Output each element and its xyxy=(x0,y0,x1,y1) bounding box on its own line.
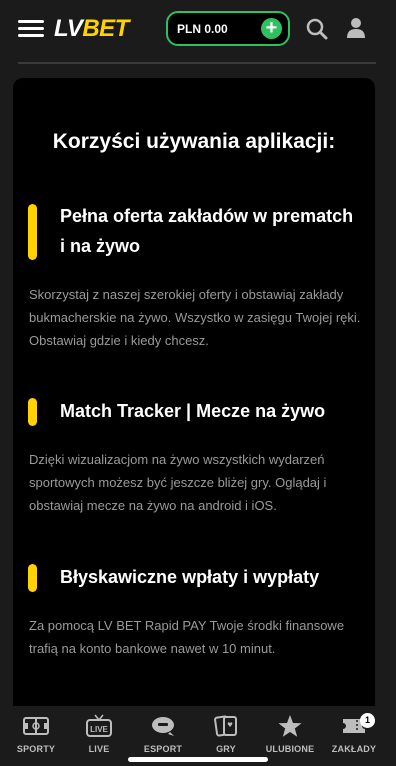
feature-title: Match Tracker | Mecze na żywo xyxy=(60,401,326,421)
nav-item-live[interactable]: LIVE LIVE xyxy=(66,714,132,764)
benefits-title: Korzyści używania aplikacji: xyxy=(52,130,336,153)
nav-label: LIVE xyxy=(88,744,110,754)
logo-bet: BET xyxy=(82,15,129,42)
lvbet-logo[interactable]: LV BET xyxy=(54,15,129,43)
feature-description: Skorzystaj z naszej szerokiej oferty i o… xyxy=(29,287,361,348)
header-divider xyxy=(18,62,376,64)
feature-accent-bar xyxy=(28,204,37,260)
sports-field-icon xyxy=(23,717,49,735)
bet-count-badge: 1 xyxy=(360,713,375,728)
live-icon-text: LIVE xyxy=(90,725,108,734)
balance-amount: PLN 0.00 xyxy=(177,21,228,36)
nav-label: ZAKŁADY xyxy=(331,744,377,754)
nav-item-zaklady[interactable]: 1 ZAKŁADY xyxy=(321,713,387,764)
logo-lv: LV xyxy=(54,15,83,42)
feature-title: Błyskawiczne wpłaty i wypłaty xyxy=(60,567,320,587)
nav-label: ESPORT xyxy=(143,744,183,754)
search-icon[interactable] xyxy=(305,17,329,41)
home-indicator xyxy=(128,757,268,762)
deposit-plus-icon[interactable]: + xyxy=(261,18,282,39)
user-account-icon[interactable] xyxy=(344,16,368,40)
live-tv-icon: LIVE xyxy=(86,714,112,737)
feature-title: Pełna oferta zakładów w prematch i na ży… xyxy=(60,206,354,256)
feature-description: Za pomocą LV BET Rapid PAY Twoje środki … xyxy=(29,618,345,656)
feature-accent-bar xyxy=(28,564,37,592)
feature-description: Dzięki wizualizacjom na żywo wszystkich … xyxy=(29,452,327,513)
nav-label: GRY xyxy=(216,744,236,754)
star-icon xyxy=(278,715,302,737)
balance-button[interactable]: PLN 0.00 + xyxy=(166,11,290,46)
nav-label: ULUBIONE xyxy=(265,744,315,754)
top-header: LV BET PLN 0.00 + xyxy=(0,0,396,62)
hamburger-menu-icon[interactable] xyxy=(18,20,44,38)
gamepad-icon xyxy=(152,717,174,736)
nav-label: SPORTY xyxy=(16,744,56,754)
nav-item-sporty[interactable]: SPORTY xyxy=(3,714,69,764)
feature-accent-bar xyxy=(28,398,37,426)
cards-icon xyxy=(214,715,237,737)
app-benefits-card: Korzyści używania aplikacji: Pełna ofert… xyxy=(13,78,375,718)
